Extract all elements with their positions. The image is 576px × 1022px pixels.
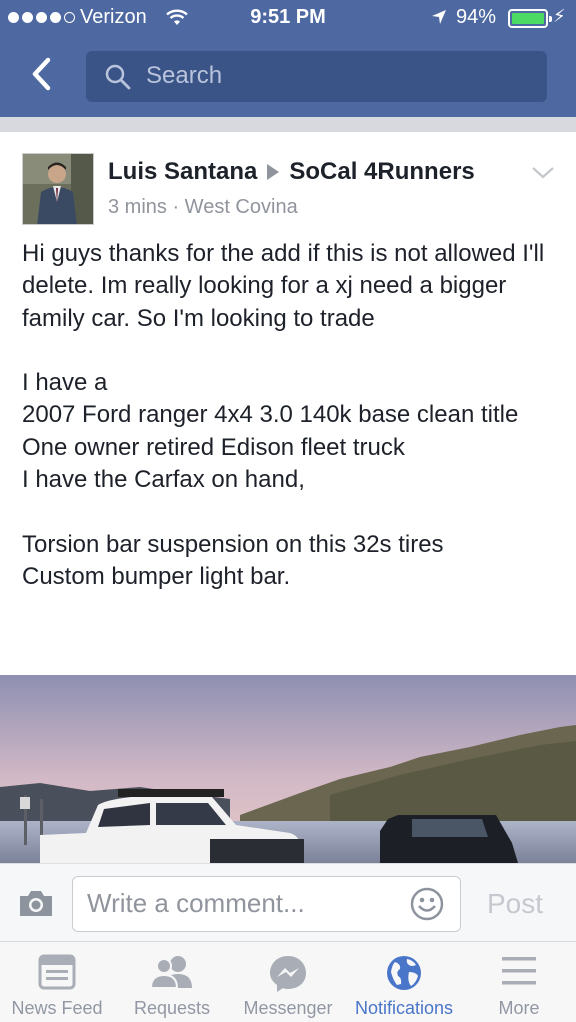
friend-requests-icon bbox=[149, 954, 194, 995]
tab-requests[interactable]: Requests bbox=[114, 942, 230, 1022]
post-text: Hi guys thanks for the add if this is no… bbox=[22, 240, 545, 590]
smiley-icon bbox=[410, 887, 444, 921]
camera-icon bbox=[20, 891, 52, 916]
group-name[interactable]: SoCal 4Runners bbox=[289, 158, 474, 186]
back-button[interactable] bbox=[26, 56, 62, 92]
tab-news-feed[interactable]: News Feed bbox=[0, 942, 114, 1022]
post-author-line: Luis Santana SoCal 4Runners bbox=[108, 158, 475, 186]
tab-more[interactable]: More bbox=[462, 942, 576, 1022]
author-avatar[interactable] bbox=[22, 153, 94, 225]
battery-percent: 94% bbox=[456, 6, 497, 28]
tab-label: Notifications bbox=[354, 998, 454, 1018]
battery-icon bbox=[508, 9, 552, 28]
post-meta[interactable]: 3 mins · West Covina bbox=[108, 196, 298, 219]
chevron-left-icon bbox=[32, 57, 51, 91]
messenger-icon bbox=[268, 954, 308, 999]
author-name[interactable]: Luis Santana bbox=[108, 158, 257, 186]
comment-bar: Write a comment... Post bbox=[0, 863, 576, 941]
tab-label: More bbox=[498, 998, 540, 1018]
search-input[interactable]: Search bbox=[86, 51, 547, 102]
charging-bolt-icon: ⚡ bbox=[553, 6, 566, 26]
tab-bar: News Feed Requests Messenger Notificatio… bbox=[0, 941, 576, 1022]
tab-messenger[interactable]: Messenger bbox=[230, 942, 346, 1022]
post-comment-button[interactable]: Post bbox=[487, 888, 543, 920]
camera-button[interactable] bbox=[18, 888, 54, 923]
search-placeholder: Search bbox=[146, 62, 223, 89]
shared-to-arrow-icon bbox=[267, 164, 280, 180]
top-bar: Verizon 9:51 PM 94% ⚡ Search bbox=[0, 0, 576, 117]
emoji-button[interactable] bbox=[409, 886, 445, 927]
menu-icon bbox=[500, 954, 538, 993]
post-photo[interactable] bbox=[0, 675, 576, 863]
tab-label: Requests bbox=[133, 998, 211, 1018]
news-feed-icon bbox=[38, 954, 76, 995]
comment-input[interactable]: Write a comment... bbox=[72, 876, 461, 932]
tab-label: News Feed bbox=[11, 998, 103, 1018]
feed-divider bbox=[0, 117, 576, 132]
globe-icon bbox=[385, 954, 423, 997]
comment-placeholder: Write a comment... bbox=[87, 888, 305, 918]
location-arrow-icon bbox=[430, 8, 448, 32]
status-bar: Verizon 9:51 PM 94% ⚡ bbox=[0, 0, 576, 36]
search-icon bbox=[104, 63, 132, 96]
tab-label: Messenger bbox=[243, 998, 333, 1018]
tab-notifications[interactable]: Notifications bbox=[346, 942, 462, 1022]
post-options-button[interactable] bbox=[531, 163, 555, 183]
chevron-down-icon bbox=[532, 167, 554, 179]
